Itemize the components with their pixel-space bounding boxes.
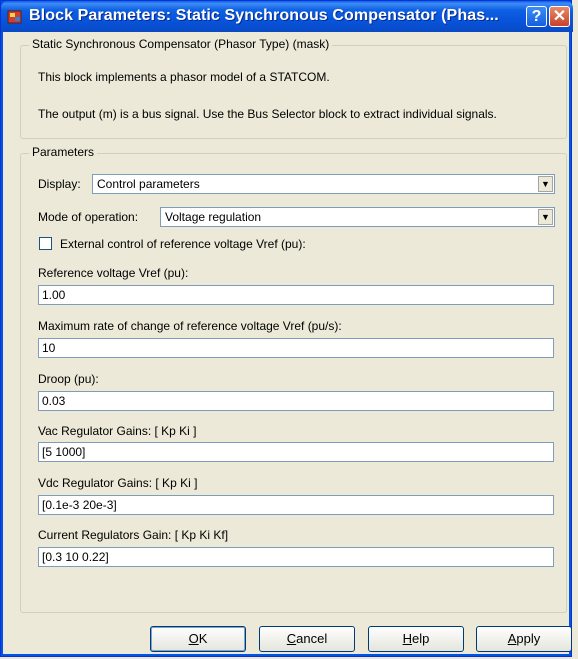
external-control-label: External control of reference voltage Vr… xyxy=(60,237,306,251)
help-title-button[interactable]: ? xyxy=(526,6,547,27)
droop-input[interactable] xyxy=(38,391,554,411)
description-legend: Static Synchronous Compensator (Phasor T… xyxy=(29,37,333,51)
vref-rate-label: Maximum rate of change of reference volt… xyxy=(38,319,342,333)
ok-mnemonic: O xyxy=(188,631,199,646)
close-button[interactable]: ✕ xyxy=(549,6,570,27)
dialog-window: Block Parameters: Static Synchronous Com… xyxy=(0,0,573,657)
vdc-gains-label: Vdc Regulator Gains: [ Kp Ki ] xyxy=(38,476,198,490)
mode-value: Voltage regulation xyxy=(165,210,262,224)
description-line-1: This block implements a phasor model of … xyxy=(38,70,330,84)
help-label-rest: elp xyxy=(412,631,430,646)
current-gains-label: Current Regulators Gain: [ Kp Ki Kf] xyxy=(38,528,229,542)
current-gains-input[interactable] xyxy=(38,547,554,567)
chevron-down-icon[interactable]: ▼ xyxy=(538,176,553,192)
vref-input[interactable] xyxy=(38,285,554,305)
display-value: Control parameters xyxy=(97,177,200,191)
chevron-down-icon[interactable]: ▼ xyxy=(538,209,553,225)
parameters-legend: Parameters xyxy=(29,145,98,159)
vref-label: Reference voltage Vref (pu): xyxy=(38,266,189,280)
apply-label-rest: pply xyxy=(516,631,541,646)
ok-button[interactable]: OK xyxy=(150,626,246,652)
help-button[interactable]: Help xyxy=(368,626,464,652)
description-line-2: The output (m) is a bus signal. Use the … xyxy=(38,107,497,121)
cancel-label-rest: ancel xyxy=(296,631,328,646)
ok-label-rest: K xyxy=(198,631,208,646)
vac-gains-input[interactable] xyxy=(38,442,554,462)
vdc-gains-input[interactable] xyxy=(38,495,554,515)
droop-label: Droop (pu): xyxy=(38,372,99,386)
window-title: Block Parameters: Static Synchronous Com… xyxy=(29,7,499,24)
vref-rate-input[interactable] xyxy=(38,338,554,358)
title-bar[interactable]: Block Parameters: Static Synchronous Com… xyxy=(1,1,573,32)
vac-gains-label: Vac Regulator Gains: [ Kp Ki ] xyxy=(38,424,197,438)
mode-label: Mode of operation: xyxy=(38,210,139,224)
description-group: Static Synchronous Compensator (Phasor T… xyxy=(20,37,567,139)
display-label: Display: xyxy=(38,177,81,191)
cancel-button[interactable]: Cancel xyxy=(259,626,355,652)
help-mnemonic: H xyxy=(402,631,413,646)
mode-select[interactable]: Voltage regulation ▼ xyxy=(160,207,555,227)
cancel-mnemonic: C xyxy=(286,631,297,646)
apply-button[interactable]: Apply xyxy=(476,626,572,652)
display-select[interactable]: Control parameters ▼ xyxy=(92,174,555,194)
simulink-block-icon xyxy=(7,10,22,24)
external-control-checkbox[interactable] xyxy=(39,237,52,250)
